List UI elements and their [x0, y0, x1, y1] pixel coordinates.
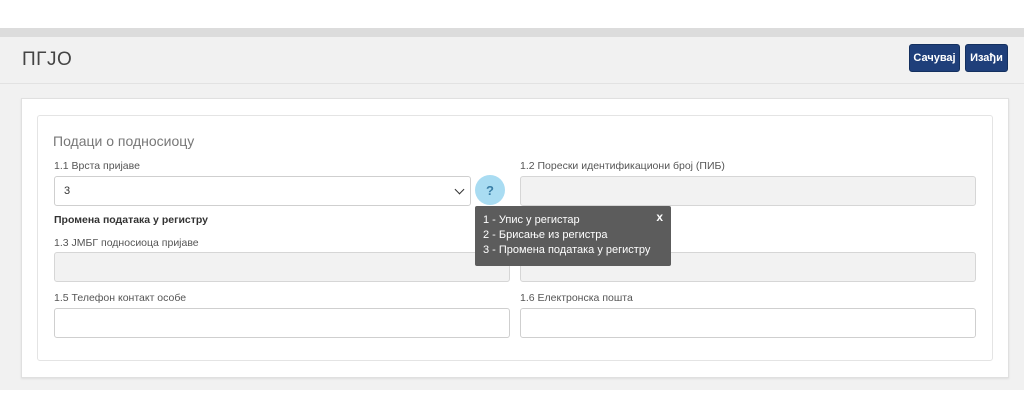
tooltip-line: 2 - Брисање из регистра — [483, 229, 608, 241]
tooltip-close-button[interactable]: x — [656, 210, 663, 225]
jmbg-label: 1.3 ЈМБГ подносиоца пријаве — [54, 237, 199, 249]
chevron-down-icon — [454, 184, 465, 195]
page-header: ПГЈО Сачувај Изађи — [0, 37, 1024, 84]
tax-id-field[interactable] — [520, 176, 976, 206]
section-title: Подаци о подносиоцу — [53, 133, 195, 149]
tooltip-line: 3 - Промена података у регистру — [483, 244, 651, 256]
top-spacer — [0, 0, 1024, 28]
contact-phone-field[interactable] — [54, 308, 510, 338]
page-title: ПГЈО — [22, 49, 73, 70]
tax-id-label: 1.2 Порески идентификациони број (ПИБ) — [520, 160, 725, 172]
help-tooltip: x 1 - Упис у регистар 2 - Брисање из рег… — [475, 206, 671, 266]
top-strip — [0, 28, 1024, 37]
application-type-value: 3 — [64, 185, 71, 197]
email-label: 1.6 Електронска пошта — [520, 292, 633, 304]
contact-phone-label: 1.5 Телефон контакт особе — [54, 292, 187, 304]
jmbg-field[interactable] — [54, 252, 510, 282]
application-type-label: 1.1 Врста пријаве — [54, 160, 140, 172]
tooltip-line: 1 - Упис у регистар — [483, 214, 580, 226]
exit-button[interactable]: Изађи — [965, 44, 1008, 72]
subheading: Промена података у регистру — [54, 214, 208, 226]
application-type-select[interactable]: 3 — [54, 176, 471, 206]
email-field[interactable] — [520, 308, 976, 338]
save-button[interactable]: Сачувај — [909, 44, 960, 72]
help-icon[interactable]: ? — [475, 175, 505, 205]
